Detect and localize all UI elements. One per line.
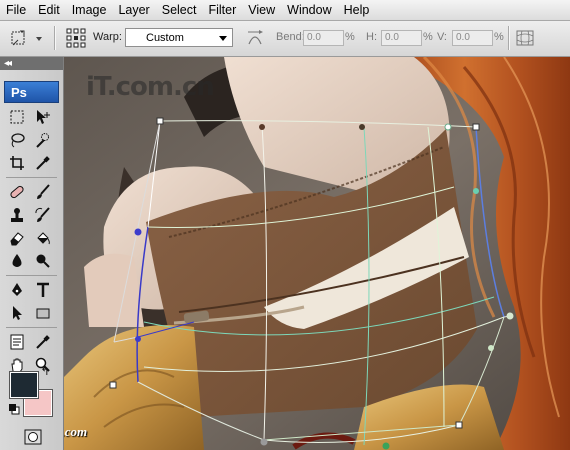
watermark-psjia: www.Psjia.com	[64, 424, 88, 439]
crop-tool-icon[interactable]	[6, 153, 28, 173]
options-bar: Warp: Custom Bend: 0.0 % H: 0.0 % V: 0.0…	[0, 21, 570, 57]
transform-tool-icon	[11, 30, 42, 46]
clone-stamp-tool-icon[interactable]	[6, 205, 28, 225]
brush-tool-icon[interactable]	[32, 182, 54, 202]
change-warp-orientation-icon[interactable]	[246, 28, 264, 51]
toolbox: ◂◂ Ps ↰	[0, 57, 64, 450]
path-selection-tool-icon[interactable]	[6, 303, 28, 323]
marquee-tool-icon[interactable]	[6, 107, 28, 127]
bend-label: Bend:	[276, 31, 305, 43]
menu-help[interactable]: Help	[338, 0, 376, 20]
toolbox-separator	[6, 275, 57, 276]
menu-bar: File Edit Image Layer Select Filter View…	[0, 0, 570, 21]
toolbox-separator	[6, 177, 57, 178]
lasso-tool-icon[interactable]	[6, 130, 28, 150]
bend-input[interactable]: 0.0	[303, 30, 344, 46]
menu-image[interactable]: Image	[66, 0, 113, 20]
quick-mask-icon[interactable]	[24, 429, 42, 448]
document-canvas[interactable]: iT.com.cn www.Psjia.com	[64, 57, 570, 450]
blur-tool-icon[interactable]	[6, 251, 28, 271]
menu-window[interactable]: Window	[281, 0, 337, 20]
menu-filter[interactable]: Filter	[202, 0, 242, 20]
tool-preset-picker[interactable]	[10, 29, 44, 50]
menu-view[interactable]: View	[242, 0, 281, 20]
warp-style-value: Custom	[146, 32, 184, 44]
toolbox-header[interactable]: ◂◂	[0, 57, 63, 70]
watermark-itcom: iT.com.cn	[86, 72, 215, 102]
move-tool-icon[interactable]	[32, 107, 54, 127]
history-brush-tool-icon[interactable]	[32, 205, 54, 225]
h-distortion-label: H:	[366, 31, 377, 43]
eraser-tool-icon[interactable]	[6, 228, 28, 248]
menu-select[interactable]: Select	[156, 0, 203, 20]
reference-point-icon[interactable]	[66, 28, 86, 51]
quick-selection-tool-icon[interactable]	[32, 130, 54, 150]
eyedropper-tool-icon[interactable]	[32, 153, 54, 173]
menu-file[interactable]: File	[0, 0, 32, 20]
chevron-down-icon	[219, 36, 227, 41]
collapse-icon: ◂◂	[4, 58, 12, 69]
rectangle-tool-icon[interactable]	[32, 303, 54, 323]
notes-tool-icon[interactable]	[6, 332, 28, 352]
h-distortion-percent: %	[423, 31, 433, 43]
v-distortion-input[interactable]: 0.0	[452, 30, 493, 46]
bend-percent: %	[345, 31, 355, 43]
h-distortion-input[interactable]: 0.0	[381, 30, 422, 46]
warp-label: Warp:	[93, 31, 122, 43]
swap-colors-icon[interactable]: ↰	[38, 365, 52, 379]
photo-artwork	[64, 57, 570, 450]
menu-edit[interactable]: Edit	[32, 0, 66, 20]
eyedropper-sample-tool-icon[interactable]	[32, 332, 54, 352]
v-distortion-percent: %	[494, 31, 504, 43]
pen-tool-icon[interactable]	[6, 280, 28, 300]
toggle-warp-transform-icon[interactable]	[515, 29, 537, 50]
photoshop-logo[interactable]: Ps	[4, 81, 59, 103]
paint-bucket-tool-icon[interactable]	[32, 228, 54, 248]
default-colors-icon[interactable]	[8, 403, 20, 418]
options-separator	[54, 26, 55, 50]
healing-brush-tool-icon[interactable]	[6, 182, 28, 202]
foreground-color-swatch[interactable]	[10, 372, 38, 398]
warp-style-select[interactable]: Custom	[125, 28, 233, 47]
toolbox-separator	[6, 327, 57, 328]
options-separator	[508, 26, 509, 50]
menu-layer[interactable]: Layer	[112, 0, 155, 20]
dodge-tool-icon[interactable]	[32, 251, 54, 271]
type-tool-icon[interactable]	[32, 280, 54, 300]
v-distortion-label: V:	[437, 31, 447, 43]
